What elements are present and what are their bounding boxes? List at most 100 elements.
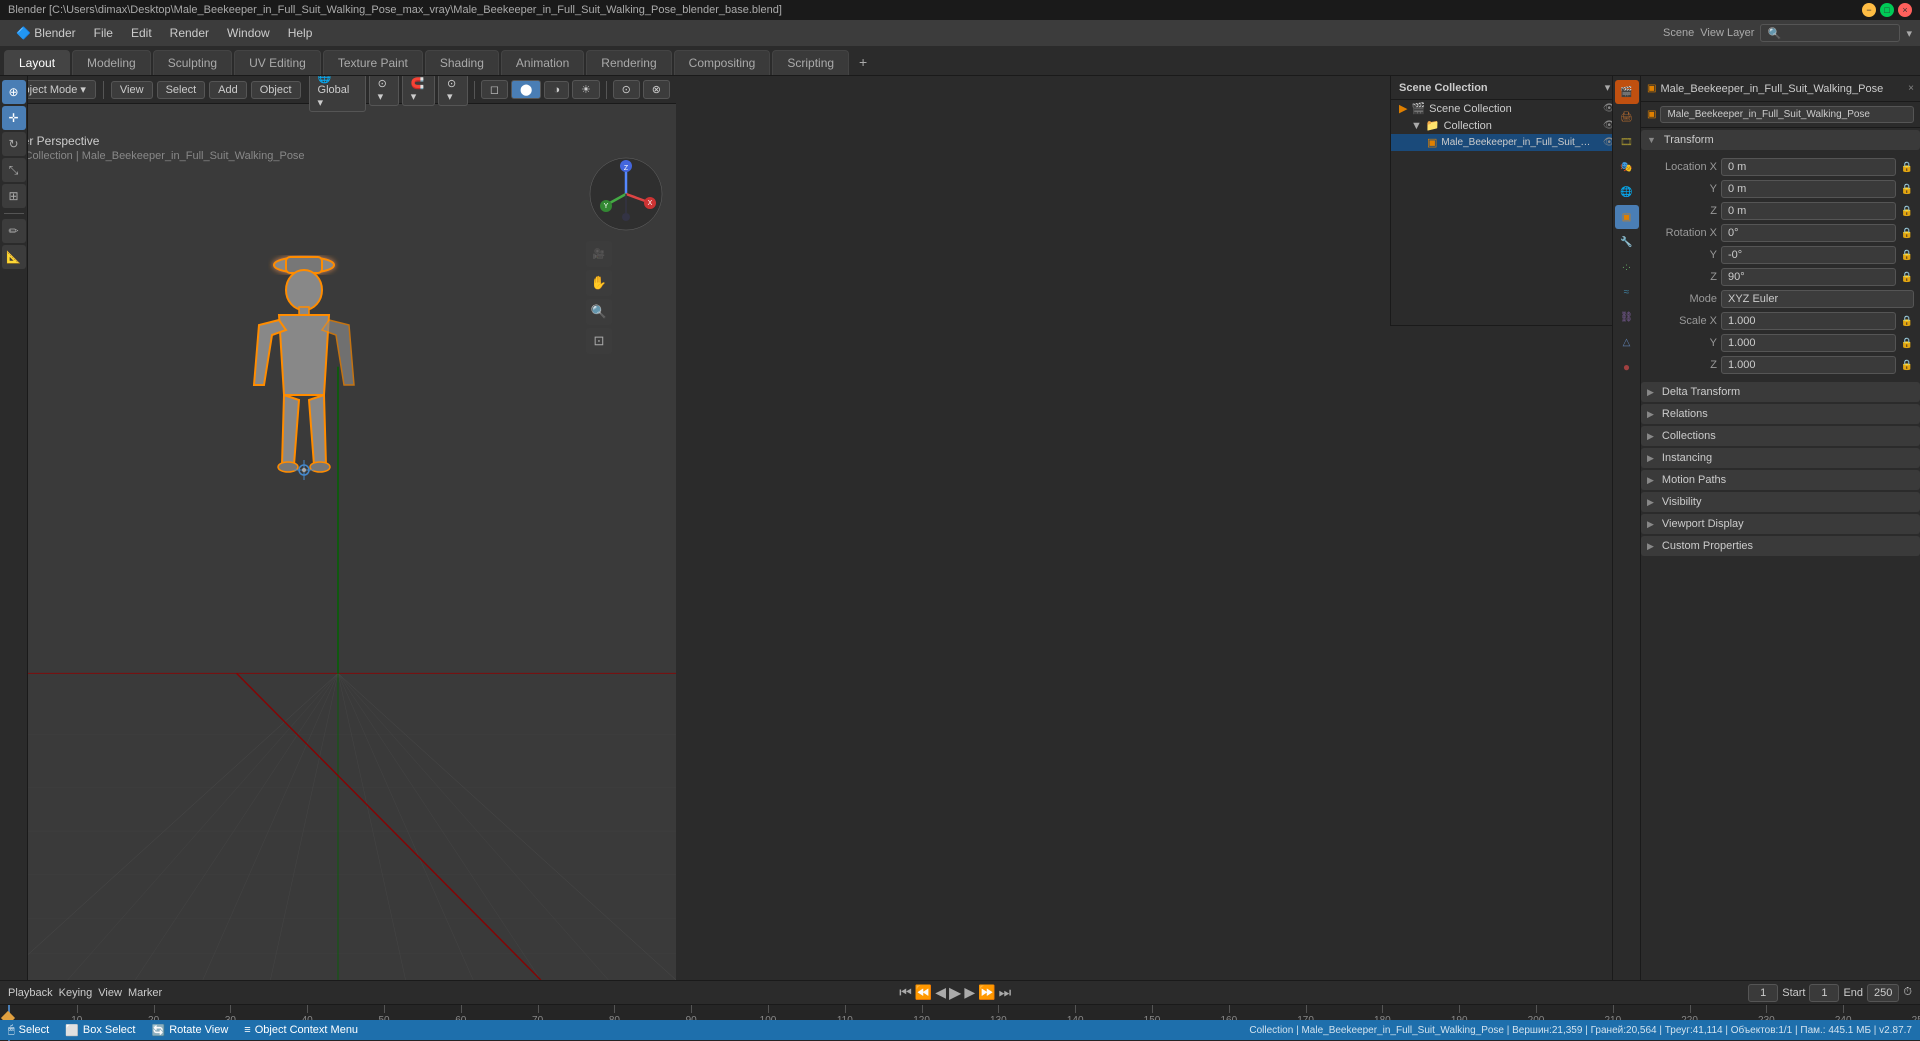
instancing-header[interactable]: ▶ Instancing [1641,448,1920,468]
scale-lock-z[interactable]: 🔒 [1900,358,1914,372]
workspace-tab-compositing[interactable]: Compositing [674,50,771,75]
view-menu[interactable]: View [111,81,153,99]
transform-tool[interactable]: ⊞ [2,184,26,208]
motion-paths-header[interactable]: ▶ Motion Paths [1641,470,1920,490]
delta-transform-header[interactable]: ▶ Delta Transform [1641,382,1920,402]
search-bar[interactable]: 🔍 [1760,24,1900,42]
workspace-tab-uv-editing[interactable]: UV Editing [234,50,321,75]
add-workspace-tab[interactable]: + [851,49,875,75]
object-name-field[interactable]: Male_Beekeeper_in_Full_Suit_Walking_Pose [1660,106,1914,123]
output-props-icon[interactable]: 🖨 [1615,105,1639,129]
move-tool[interactable]: ✛ [2,106,26,130]
data-props-icon[interactable]: △ [1615,330,1639,354]
location-y-field[interactable]: 0 m [1721,180,1896,198]
menu-file[interactable]: File [86,24,121,42]
world-props-icon[interactable]: 🌐 [1615,180,1639,204]
scale-lock-x[interactable]: 🔒 [1900,314,1914,328]
end-frame[interactable]: 250 [1867,984,1899,1002]
menu-help[interactable]: Help [280,24,321,42]
xray-toggle[interactable]: ⊗ [643,80,670,99]
navigation-gizmo[interactable]: Z X Y 🎥 ✋ 🔍 ⊡ [586,154,666,354]
keying-menu[interactable]: Keying [59,987,93,999]
scale-lock-y[interactable]: 🔒 [1900,336,1914,350]
start-frame[interactable]: 1 [1809,984,1839,1002]
constraints-props-icon[interactable]: ⛓ [1615,305,1639,329]
render-props-icon[interactable]: 🎬 [1615,80,1639,104]
properties-scroll[interactable]: ▼ Transform Location X 0 m 🔒 Y 0 m 🔒 [1641,128,1920,980]
object-menu[interactable]: Object [251,81,301,99]
shading-rendered[interactable]: ☀ [572,80,600,99]
hand-btn[interactable]: ✋ [586,270,612,296]
menu-render[interactable]: Render [162,24,217,42]
select-menu[interactable]: Select [157,81,206,99]
global-space[interactable]: 🌐 Global ▾ [309,76,366,112]
relations-header[interactable]: ▶ Relations [1641,404,1920,424]
object-props-icon[interactable]: ▣ [1615,205,1639,229]
add-menu[interactable]: Add [209,81,247,99]
rotation-x-field[interactable]: 0° [1721,224,1896,242]
workspace-tab-rendering[interactable]: Rendering [586,50,671,75]
cursor-tool[interactable]: ⊕ [2,80,26,104]
snap-toggle[interactable]: 🧲 ▾ [402,76,435,106]
viewport-display-header[interactable]: ▶ Viewport Display [1641,514,1920,534]
workspace-tab-texture-paint[interactable]: Texture Paint [323,50,423,75]
rot-lock-x[interactable]: 🔒 [1900,226,1914,240]
close-button[interactable]: × [1898,3,1912,17]
filter-icon[interactable]: ▾ [1906,27,1912,40]
workspace-tab-sculpting[interactable]: Sculpting [153,50,232,75]
workspace-tab-animation[interactable]: Animation [501,50,584,75]
outliner-scene-collection[interactable]: ▶ 🎬 Scene Collection 👁 📷 [1391,100,1640,117]
maximize-button[interactable]: □ [1880,3,1894,17]
jump-end-btn[interactable]: ⏭ [999,984,1012,1001]
scale-z-field[interactable]: 1.000 [1721,356,1896,374]
rotation-y-field[interactable]: -0° [1721,246,1896,264]
outliner-filter[interactable]: ▾ [1605,81,1611,94]
location-z-field[interactable]: 0 m [1721,202,1896,220]
zoom-btn[interactable]: 🔍 [586,299,612,325]
playback-menu[interactable]: Playback [8,987,53,999]
viewport-content[interactable]: User Perspective (1) Collection | Male_B… [0,104,676,980]
menu-window[interactable]: Window [219,24,278,42]
play-btn[interactable]: ▶ [949,983,961,1003]
custom-properties-header[interactable]: ▶ Custom Properties [1641,536,1920,556]
menu-edit[interactable]: Edit [123,24,160,42]
collections-header[interactable]: ▶ Collections [1641,426,1920,446]
transform-header[interactable]: ▼ Transform [1641,130,1920,150]
shading-lookdev[interactable]: ◑ [544,81,569,99]
panel-options[interactable]: × [1908,83,1914,94]
prev-key-btn[interactable]: ⏪ [915,984,932,1001]
overlay-toggle[interactable]: ⊙ [613,80,640,99]
physics-props-icon[interactable]: ≈ [1615,280,1639,304]
current-frame[interactable]: 1 [1748,984,1778,1002]
visibility-header[interactable]: ▶ Visibility [1641,492,1920,512]
prev-frame-btn[interactable]: ◀ [935,984,946,1001]
jump-start-btn[interactable]: ⏮ [899,984,912,1001]
next-key-btn[interactable]: ⏩ [978,984,995,1001]
perspective-btn[interactable]: ⊡ [586,328,612,354]
workspace-tab-modeling[interactable]: Modeling [72,50,151,75]
rot-lock-z[interactable]: 🔒 [1900,270,1914,284]
rotate-tool[interactable]: ↻ [2,132,26,156]
scene-props-icon[interactable]: 🎭 [1615,155,1639,179]
scale-tool[interactable]: ⤡ [2,158,26,182]
rot-lock-y[interactable]: 🔒 [1900,248,1914,262]
menu-blender[interactable]: 🔷 Blender [8,24,84,42]
pivot-point[interactable]: ⊙ ▾ [369,76,399,106]
zoom-camera-btn[interactable]: 🎥 [586,241,612,267]
rotation-z-field[interactable]: 90° [1721,268,1896,286]
proportional-edit[interactable]: ⊙ ▾ [438,76,468,106]
minimize-button[interactable]: − [1862,3,1876,17]
shading-wireframe[interactable]: ◻ [481,80,508,99]
measure-tool[interactable]: 📐 [2,245,26,269]
lock-y[interactable]: 🔒 [1900,182,1914,196]
outliner-object[interactable]: ▣ Male_Beekeeper_in_Full_Suit_Walking_Po… [1391,134,1640,151]
next-frame-btn[interactable]: ▶ [964,984,975,1001]
viewport[interactable]: Object Mode ▾ View Select Add Object 🌐 G… [0,76,676,980]
lock-z[interactable]: 🔒 [1900,204,1914,218]
material-props-icon[interactable]: ● [1615,355,1639,379]
particles-props-icon[interactable]: ·:· [1615,255,1639,279]
scale-y-field[interactable]: 1.000 [1721,334,1896,352]
scale-x-field[interactable]: 1.000 [1721,312,1896,330]
workspace-tab-shading[interactable]: Shading [425,50,499,75]
outliner-collection[interactable]: ▼ 📁 Collection 👁 📷 [1391,117,1640,134]
